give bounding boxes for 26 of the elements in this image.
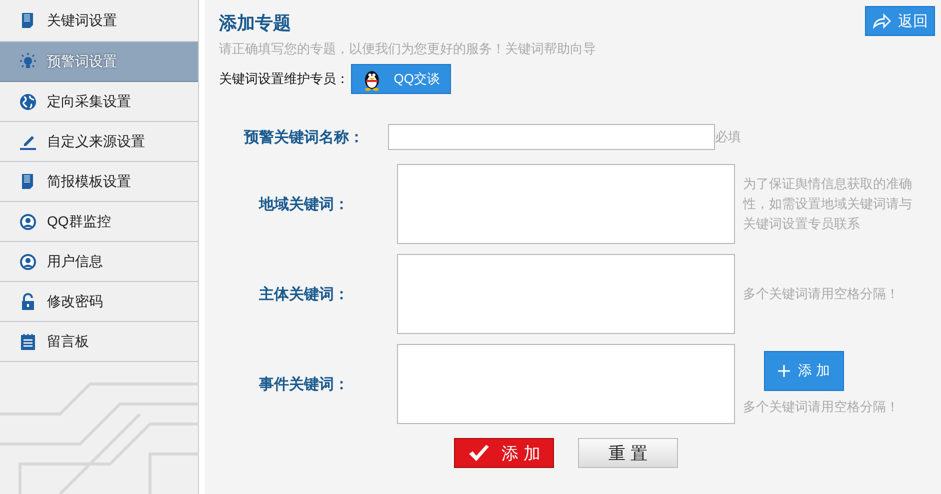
hint-text: 必填 [715, 128, 742, 146]
user-icon [19, 212, 37, 230]
contact-label: 关键词设置维护专员： [219, 70, 349, 88]
subtitle-text: 请正确填写您的专题，以便我们为您更好的服务！关键词帮助向导 [219, 40, 597, 58]
field-label: 事件关键词： [258, 374, 350, 394]
user-icon [19, 252, 37, 270]
plus-icon [778, 365, 790, 377]
checkmark-icon [468, 444, 490, 462]
globe-icon [19, 92, 37, 110]
field-label: 主体关键词： [258, 284, 350, 304]
text-area[interactable] [397, 254, 735, 334]
input-field[interactable] [388, 124, 715, 150]
bulb-icon [19, 52, 37, 70]
field-label: 地域关键词： [258, 194, 350, 214]
text-area[interactable] [397, 344, 735, 424]
hint-text: 为了保证舆情信息获取的准确性，如需设置地域关键词请与关键词设置专员联系 [743, 175, 913, 233]
submit-button[interactable]: 添 加 [454, 438, 554, 468]
notepad-icon [19, 332, 37, 350]
field-label: 预警关键词名称： [242, 128, 365, 146]
lock-icon [19, 292, 37, 310]
reset-button[interactable]: 重 置 [578, 438, 678, 468]
hint-text: 多个关键词请用空格分隔！ [743, 285, 900, 303]
share-arrow-icon [872, 13, 892, 29]
hint-text: 多个关键词请用空格分隔！ [743, 398, 900, 416]
page-title: 添加专题 [219, 12, 291, 35]
text-area[interactable] [397, 164, 735, 244]
